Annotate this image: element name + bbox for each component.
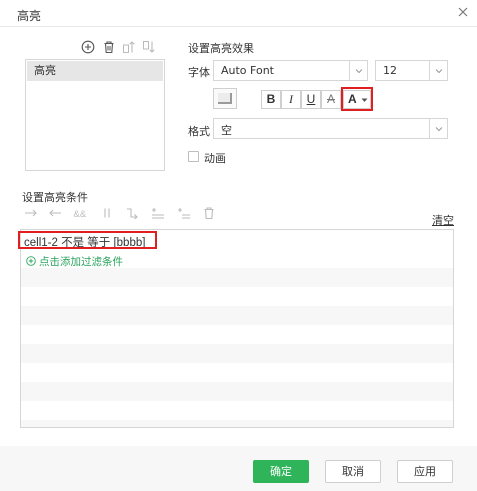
- italic-button[interactable]: I: [281, 90, 301, 109]
- font-size-value: 12: [383, 64, 397, 77]
- font-label: 字体: [188, 66, 210, 79]
- select-divider: [429, 61, 430, 80]
- highlight-list[interactable]: 高亮: [25, 59, 165, 171]
- format-value: 空: [221, 124, 232, 137]
- row-stripe: [21, 306, 453, 325]
- add-condition-link[interactable]: 点击添加过滤条件: [26, 254, 123, 269]
- svg-text:&&: &&: [74, 209, 87, 219]
- move-up-icon[interactable]: [122, 40, 136, 54]
- row-stripe: [21, 344, 453, 363]
- clear-conditions-link[interactable]: 清空: [432, 212, 454, 228]
- add-sub-condition-icon[interactable]: [177, 207, 191, 219]
- conditions-section-title: 设置高亮条件: [22, 191, 88, 204]
- arrow-left-icon[interactable]: [48, 207, 62, 219]
- format-select[interactable]: 空: [213, 118, 448, 139]
- format-label: 格式: [188, 125, 210, 138]
- insert-condition-icon[interactable]: [151, 207, 165, 219]
- indent-icon[interactable]: [125, 207, 139, 219]
- font-family-select[interactable]: Auto Font: [213, 60, 368, 81]
- conditions-list[interactable]: cell1-2 不是 等于 [bbbb] 点击添加过滤条件: [20, 229, 454, 428]
- delete-icon[interactable]: [102, 40, 116, 54]
- row-stripe: [21, 420, 453, 427]
- chevron-down-icon: [435, 69, 443, 74]
- move-down-icon[interactable]: [142, 40, 156, 54]
- effect-section-title: 设置高亮效果: [188, 42, 254, 55]
- chevron-down-icon: [435, 127, 443, 132]
- font-size-select[interactable]: 12: [375, 60, 448, 81]
- select-divider: [429, 119, 430, 138]
- and-operator-icon[interactable]: &&: [73, 207, 87, 219]
- background-color-picker[interactable]: [213, 88, 237, 109]
- add-icon[interactable]: [81, 40, 95, 54]
- highlight-list-item[interactable]: 高亮: [27, 61, 163, 81]
- cancel-button[interactable]: 取消: [325, 460, 381, 483]
- arrow-right-icon[interactable]: [24, 207, 38, 219]
- select-divider: [349, 61, 350, 80]
- close-icon[interactable]: [455, 4, 471, 20]
- or-operator-icon[interactable]: [100, 207, 114, 219]
- chevron-down-icon: [355, 69, 363, 74]
- animation-label: 动画: [204, 152, 226, 165]
- add-circle-icon: [26, 256, 36, 266]
- font-color-highlight-box: [341, 87, 373, 111]
- dialog-title: 高亮: [17, 9, 42, 23]
- bold-button[interactable]: B: [261, 90, 281, 109]
- underline-button[interactable]: U: [301, 90, 321, 109]
- delete-condition-icon[interactable]: [202, 207, 216, 219]
- color-swatch: [218, 93, 232, 104]
- row-stripe: [21, 268, 453, 287]
- row-stripe: [21, 382, 453, 401]
- add-condition-label: 点击添加过滤条件: [39, 256, 123, 268]
- strikethrough-button[interactable]: A: [321, 90, 341, 109]
- font-family-value: Auto Font: [221, 64, 274, 77]
- ok-button[interactable]: 确定: [253, 460, 309, 483]
- animation-checkbox[interactable]: [188, 151, 199, 162]
- dialog-titlebar: [0, 0, 477, 27]
- condition-highlight-box: [18, 231, 157, 249]
- apply-button[interactable]: 应用: [397, 460, 453, 483]
